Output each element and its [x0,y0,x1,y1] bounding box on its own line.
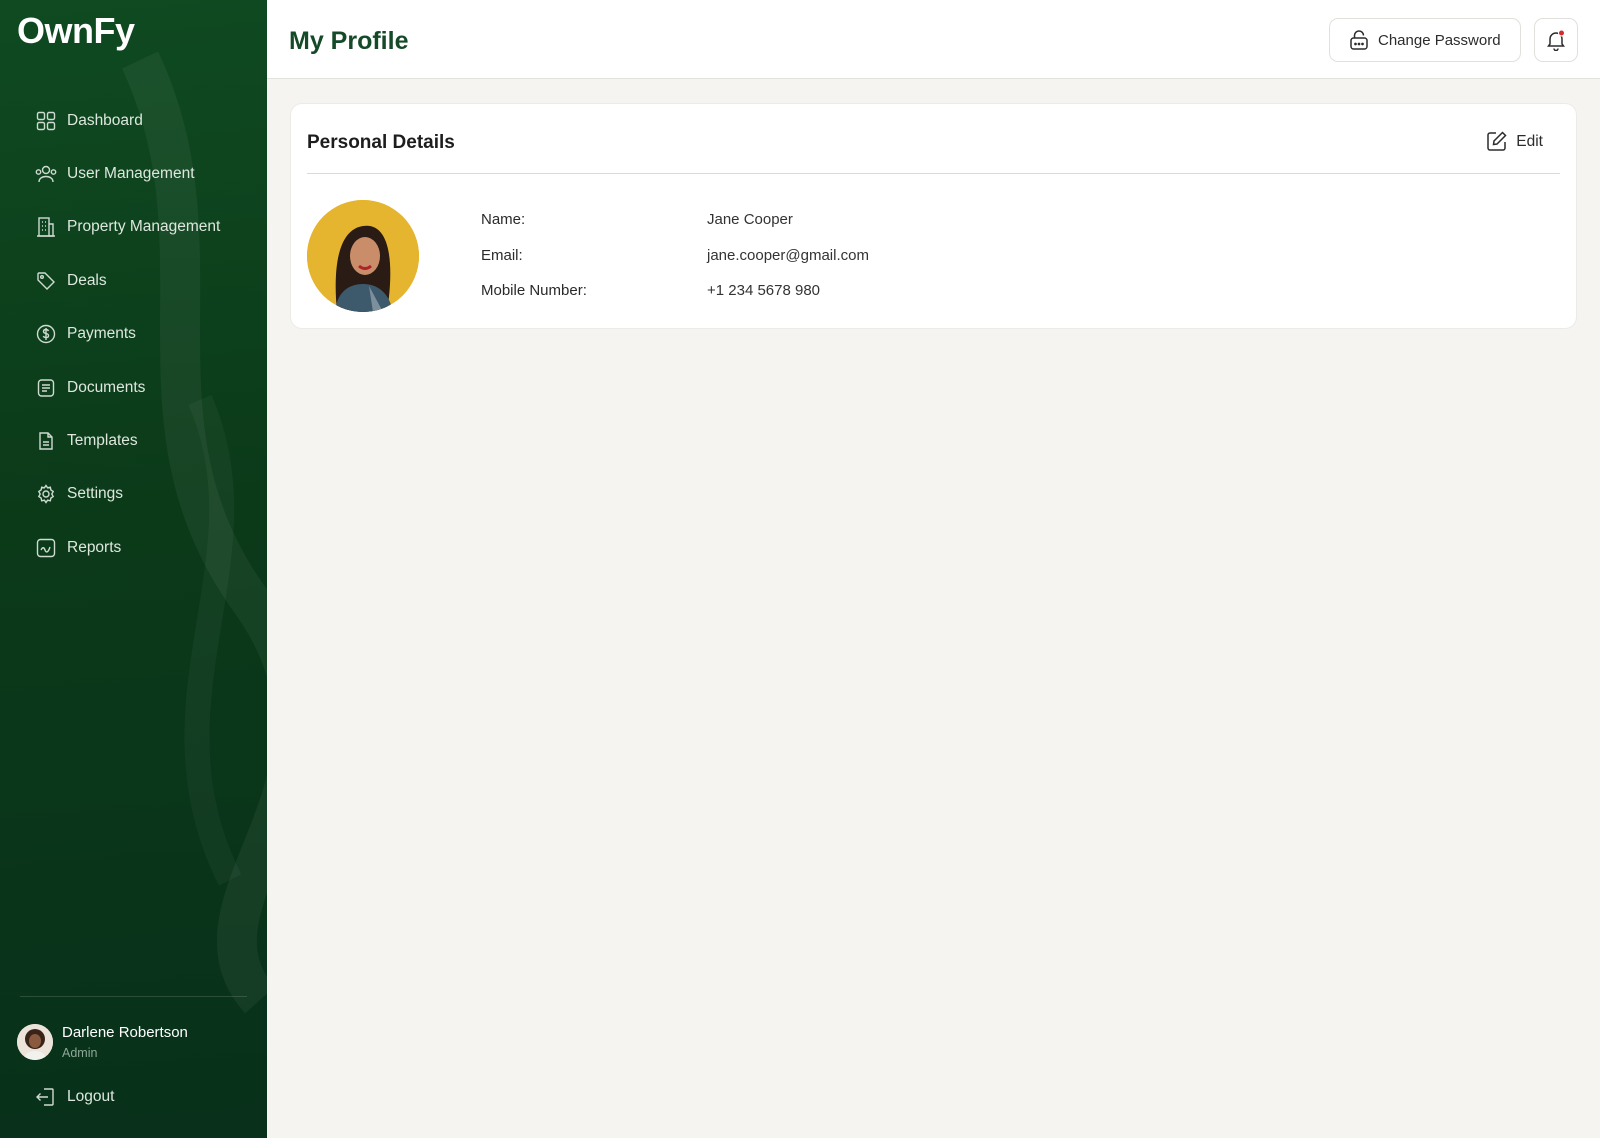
sidebar-item-reports[interactable]: Reports [0,521,267,574]
change-password-button[interactable]: Change Password [1329,18,1521,62]
notifications-button[interactable] [1534,18,1578,62]
detail-row-name: Name: Jane Cooper [481,211,869,247]
sidebar-item-label: User Management [67,165,195,183]
sidebar-item-deals[interactable]: Deals [0,254,267,307]
details-list: Name: Jane Cooper Email: jane.cooper@gma… [481,211,869,318]
grid-icon [35,110,57,132]
top-bar: My Profile Change Password [267,0,1600,79]
logout-icon [35,1086,57,1108]
card-header: Personal Details Edit [307,104,1560,174]
app-root: OwnFy Dashboard User Management Property… [0,0,1600,1138]
detail-label: Name: [481,211,526,228]
detail-label: Email: [481,246,523,264]
sidebar-item-label: Deals [67,271,107,289]
sidebar-item-label: Property Management [67,218,221,236]
sidebar-item-user-management[interactable]: User Management [0,147,267,200]
sidebar-item-label: Settings [67,485,124,503]
sidebar-item-settings[interactable]: Settings [0,468,267,521]
edit-icon [1485,130,1508,153]
edit-label: Edit [1516,132,1543,150]
sidebar-item-dashboard[interactable]: Dashboard [0,94,267,147]
main-content: My Profile Change Password Personal Deta… [267,0,1600,1138]
page-title: My Profile [289,27,409,55]
sidebar-nav: Dashboard User Management Property Manag… [0,94,267,575]
sidebar-item-label: Documents [67,378,146,396]
users-icon [35,163,57,185]
tag-icon [35,270,57,292]
document-icon [35,377,57,399]
sidebar-item-label: Templates [67,432,138,450]
building-icon [35,216,57,238]
sidebar-item-label: Dashboard [67,111,143,129]
change-password-label: Change Password [1378,31,1501,49]
current-user[interactable]: Darlene Robertson Admin [17,1024,188,1060]
profile-photo [307,200,419,312]
sidebar-divider [20,996,247,997]
logout-label: Logout [67,1088,115,1105]
sidebar-item-label: Reports [67,538,122,556]
dollar-icon [35,323,57,345]
sidebar-item-documents[interactable]: Documents [0,361,267,414]
edit-button[interactable]: Edit [1485,130,1543,153]
bell-icon [1547,29,1565,51]
sidebar-item-templates[interactable]: Templates [0,414,267,467]
gear-icon [35,483,57,505]
avatar [17,1024,53,1060]
lock-icon [1348,29,1370,51]
sidebar-item-property-management[interactable]: Property Management [0,201,267,254]
sidebar-item-label: Payments [67,325,136,343]
detail-value: +1 234 5678 980 [707,282,821,299]
sidebar: OwnFy Dashboard User Management Property… [0,0,267,1138]
logout-button[interactable]: Logout [35,1086,114,1108]
user-role: Admin [62,1046,98,1060]
user-name: Darlene Robertson [62,1024,188,1041]
detail-row-email: Email: jane.cooper@gmail.com [481,247,869,283]
detail-row-mobile: Mobile Number: +1 234 5678 980 [481,282,869,318]
personal-details-card: Personal Details Edit Name: Jane Cooper … [290,103,1577,329]
card-title: Personal Details [307,132,455,153]
sidebar-item-payments[interactable]: Payments [0,308,267,361]
chart-icon [35,537,57,559]
detail-value: jane.cooper@gmail.com [707,246,869,264]
detail-value: Jane Cooper [707,211,793,228]
detail-label: Mobile Number: [481,282,587,299]
brand-logo[interactable]: OwnFy [17,10,135,52]
file-icon [35,430,57,452]
